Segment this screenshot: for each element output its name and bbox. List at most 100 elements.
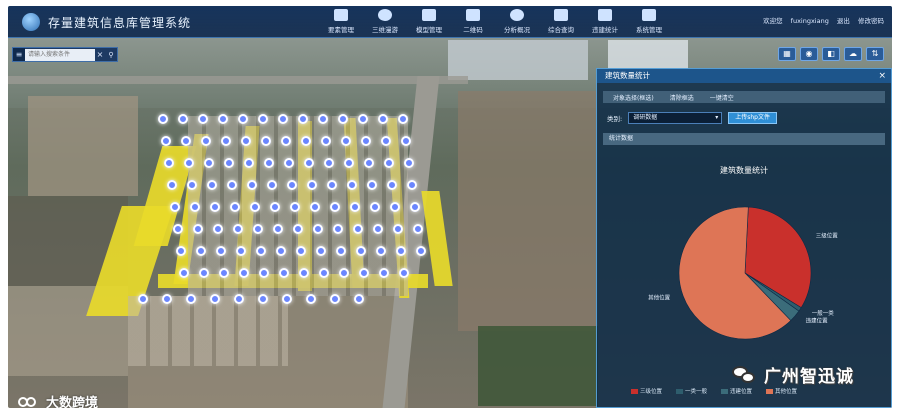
building-marker[interactable] — [179, 268, 189, 278]
clear-icon[interactable]: × — [95, 50, 105, 59]
building-marker[interactable] — [276, 246, 286, 256]
building-marker[interactable] — [187, 180, 197, 190]
change-password-link[interactable]: 修改密码 — [858, 17, 884, 25]
building-marker[interactable] — [176, 246, 186, 256]
building-marker[interactable] — [198, 114, 208, 124]
building-marker[interactable] — [273, 224, 283, 234]
building-marker[interactable] — [330, 202, 340, 212]
building-marker[interactable] — [178, 114, 188, 124]
building-marker[interactable] — [290, 202, 300, 212]
building-marker[interactable] — [201, 136, 211, 146]
tab-clear-all[interactable]: 一键清空 — [710, 93, 734, 102]
building-marker[interactable] — [264, 158, 274, 168]
building-marker[interactable] — [287, 180, 297, 190]
building-marker[interactable] — [236, 246, 246, 256]
building-marker[interactable] — [399, 268, 409, 278]
building-marker[interactable] — [384, 158, 394, 168]
building-marker[interactable] — [270, 202, 280, 212]
eye-icon[interactable]: ◉ — [800, 47, 818, 61]
building-marker[interactable] — [401, 136, 411, 146]
building-marker[interactable] — [319, 268, 329, 278]
building-marker[interactable] — [138, 294, 148, 304]
building-marker[interactable] — [244, 158, 254, 168]
building-marker[interactable] — [204, 158, 214, 168]
building-marker[interactable] — [256, 246, 266, 256]
legend-item[interactable]: 一类一般 — [676, 387, 707, 395]
building-marker[interactable] — [250, 202, 260, 212]
building-marker[interactable] — [396, 246, 406, 256]
building-marker[interactable] — [338, 114, 348, 124]
building-marker[interactable] — [259, 268, 269, 278]
building-marker[interactable] — [278, 114, 288, 124]
nav-violation-stats[interactable]: 违建统计 — [584, 9, 626, 37]
building-marker[interactable] — [373, 224, 383, 234]
building-marker[interactable] — [354, 294, 364, 304]
building-marker[interactable] — [210, 294, 220, 304]
building-marker[interactable] — [306, 294, 316, 304]
building-marker[interactable] — [170, 202, 180, 212]
building-marker[interactable] — [261, 136, 271, 146]
cloud-icon[interactable]: ☁ — [844, 47, 862, 61]
building-marker[interactable] — [344, 158, 354, 168]
building-marker[interactable] — [161, 136, 171, 146]
building-marker[interactable] — [230, 202, 240, 212]
logout-link[interactable]: 退出 — [837, 17, 850, 25]
building-marker[interactable] — [356, 246, 366, 256]
building-marker[interactable] — [316, 246, 326, 256]
grid-icon[interactable]: ▦ — [778, 47, 796, 61]
building-marker[interactable] — [258, 294, 268, 304]
building-marker[interactable] — [307, 180, 317, 190]
building-marker[interactable] — [350, 202, 360, 212]
building-marker[interactable] — [184, 158, 194, 168]
nav-query[interactable]: 综合查询 — [540, 9, 582, 37]
building-marker[interactable] — [333, 224, 343, 234]
building-marker[interactable] — [370, 202, 380, 212]
building-marker[interactable] — [193, 224, 203, 234]
building-marker[interactable] — [173, 224, 183, 234]
building-marker[interactable] — [378, 114, 388, 124]
building-marker[interactable] — [327, 180, 337, 190]
building-marker[interactable] — [321, 136, 331, 146]
building-marker[interactable] — [238, 114, 248, 124]
building-marker[interactable] — [293, 224, 303, 234]
nav-system-management[interactable]: 系统管理 — [628, 9, 670, 37]
building-marker[interactable] — [367, 180, 377, 190]
building-marker[interactable] — [190, 202, 200, 212]
building-marker[interactable] — [210, 202, 220, 212]
building-marker[interactable] — [301, 136, 311, 146]
building-marker[interactable] — [216, 246, 226, 256]
building-marker[interactable] — [158, 114, 168, 124]
building-marker[interactable] — [390, 202, 400, 212]
legend-item[interactable]: 违建位置 — [721, 387, 752, 395]
search-icon[interactable]: ⚲ — [105, 51, 117, 59]
search-input[interactable] — [25, 48, 95, 61]
building-marker[interactable] — [387, 180, 397, 190]
building-marker[interactable] — [167, 180, 177, 190]
building-marker[interactable] — [279, 268, 289, 278]
building-marker[interactable] — [219, 268, 229, 278]
building-marker[interactable] — [221, 136, 231, 146]
building-marker[interactable] — [218, 114, 228, 124]
building-marker[interactable] — [199, 268, 209, 278]
building-marker[interactable] — [296, 246, 306, 256]
nav-qrcode[interactable]: 二维码 — [452, 9, 494, 37]
building-marker[interactable] — [313, 224, 323, 234]
upload-shp-button[interactable]: 上传shp文件 — [728, 112, 777, 124]
building-marker[interactable] — [336, 246, 346, 256]
building-marker[interactable] — [304, 158, 314, 168]
building-marker[interactable] — [196, 246, 206, 256]
nav-feature-management[interactable]: 要素管理 — [320, 9, 362, 37]
building-marker[interactable] — [239, 268, 249, 278]
building-marker[interactable] — [398, 114, 408, 124]
building-marker[interactable] — [407, 180, 417, 190]
layer-icon[interactable]: ◧ — [822, 47, 840, 61]
building-marker[interactable] — [241, 136, 251, 146]
building-marker[interactable] — [234, 294, 244, 304]
building-marker[interactable] — [341, 136, 351, 146]
building-marker[interactable] — [353, 224, 363, 234]
building-marker[interactable] — [281, 136, 291, 146]
building-marker[interactable] — [253, 224, 263, 234]
building-marker[interactable] — [181, 136, 191, 146]
building-marker[interactable] — [162, 294, 172, 304]
building-marker[interactable] — [324, 158, 334, 168]
